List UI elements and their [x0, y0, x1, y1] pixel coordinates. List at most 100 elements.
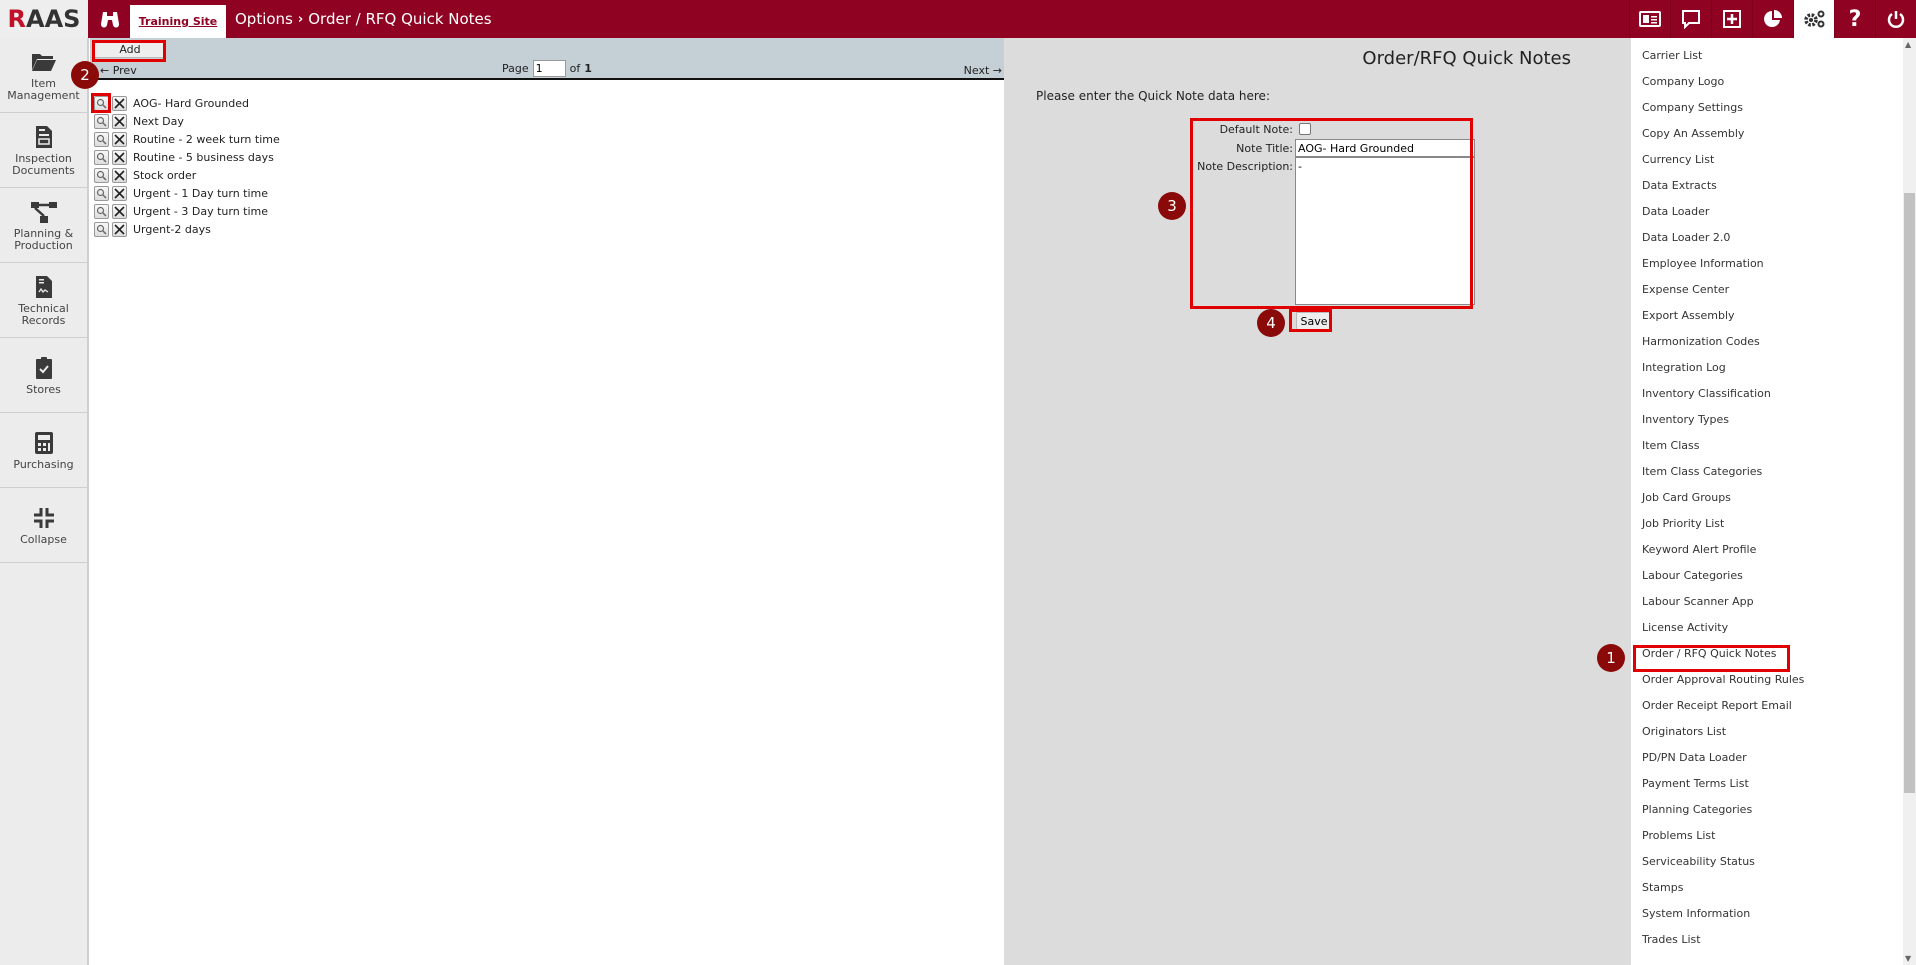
default-note-checkbox[interactable]: [1299, 123, 1311, 135]
note-title-link[interactable]: Routine - 2 week turn time: [133, 133, 280, 146]
options-menu-item[interactable]: Planning Categories: [1642, 803, 1752, 816]
sidebar-item-collapse[interactable]: Collapse: [0, 488, 87, 563]
options-menu-item[interactable]: Carrier List: [1642, 49, 1702, 62]
close-icon: [114, 205, 125, 217]
options-menu-item[interactable]: Currency List: [1642, 153, 1714, 166]
options-menu-item[interactable]: Expense Center: [1642, 283, 1729, 296]
view-note-button[interactable]: [94, 185, 109, 201]
options-menu-item[interactable]: Job Card Groups: [1642, 491, 1731, 504]
options-menu-item[interactable]: Integration Log: [1642, 361, 1726, 374]
list-toolbar: Add ← Prev Page of 1 Next →: [90, 38, 1004, 80]
note-title-link[interactable]: AOG- Hard Grounded: [133, 97, 249, 110]
options-menu-item[interactable]: Order Approval Routing Rules: [1642, 673, 1804, 686]
note-title-link[interactable]: Next Day: [133, 115, 184, 128]
sidebar-item-purchasing[interactable]: Purchasing: [0, 413, 87, 488]
options-menu-item[interactable]: Item Class: [1642, 439, 1699, 452]
options-menu-item[interactable]: System Information: [1642, 907, 1750, 920]
note-title-link[interactable]: Urgent - 3 Day turn time: [133, 205, 268, 218]
view-note-button[interactable]: [94, 131, 109, 147]
quick-note-form-panel: Order/RFQ Quick Notes Please enter the Q…: [1004, 38, 1631, 965]
view-note-button[interactable]: [94, 149, 109, 165]
view-note-button[interactable]: [94, 167, 109, 183]
options-menu-item[interactable]: Data Loader: [1642, 205, 1709, 218]
options-menu-item[interactable]: Serviceability Status: [1642, 855, 1755, 868]
note-title-input[interactable]: [1295, 139, 1475, 157]
options-menu-item[interactable]: Keyword Alert Profile: [1642, 543, 1756, 556]
options-menu-item[interactable]: Stamps: [1642, 881, 1683, 894]
options-menu-item[interactable]: Item Class Categories: [1642, 465, 1762, 478]
note-title-link[interactable]: Stock order: [133, 169, 196, 182]
binoculars-icon[interactable]: [96, 0, 124, 38]
sidebar-label: Stores: [26, 382, 61, 396]
delete-note-button[interactable]: [112, 131, 127, 147]
note-title-link[interactable]: Urgent - 1 Day turn time: [133, 187, 268, 200]
plus-square-icon[interactable]: [1711, 0, 1752, 38]
sidebar-label: Inspection Documents: [12, 151, 75, 177]
options-menu-item[interactable]: Problems List: [1642, 829, 1715, 842]
options-menu-item[interactable]: Inventory Types: [1642, 413, 1729, 426]
view-note-button[interactable]: [94, 203, 109, 219]
power-icon[interactable]: [1875, 0, 1916, 38]
options-menu-item[interactable]: Harmonization Codes: [1642, 335, 1760, 348]
options-menu-item[interactable]: Copy An Assembly: [1642, 127, 1744, 140]
delete-note-button[interactable]: [112, 203, 127, 219]
options-menu-item[interactable]: PD/PN Data Loader: [1642, 751, 1747, 764]
options-menu-item[interactable]: Labour Scanner App: [1642, 595, 1754, 608]
delete-note-button[interactable]: [112, 95, 127, 111]
options-menu-item[interactable]: Payment Terms List: [1642, 777, 1749, 790]
options-menu-scrollbar[interactable]: ▲ ▼: [1903, 38, 1916, 965]
options-menu-item[interactable]: Inventory Classification: [1642, 387, 1771, 400]
training-site-tab[interactable]: Training Site: [130, 5, 226, 38]
delete-note-button[interactable]: [112, 167, 127, 183]
options-menu-item[interactable]: Order Receipt Report Email: [1642, 699, 1792, 712]
note-title-link[interactable]: Routine - 5 business days: [133, 151, 274, 164]
pie-chart-icon[interactable]: [1752, 0, 1793, 38]
view-note-button[interactable]: [94, 221, 109, 237]
document-icon: [35, 124, 53, 150]
add-button[interactable]: Add: [94, 41, 166, 58]
page-number-input[interactable]: [532, 60, 566, 77]
delete-note-button[interactable]: [112, 113, 127, 129]
gears-icon[interactable]: [1793, 0, 1834, 38]
top-header: R AAS Training Site Options › Order / RFQ…: [0, 0, 1916, 38]
options-menu-item[interactable]: Originators List: [1642, 725, 1726, 738]
scroll-thumb[interactable]: [1904, 193, 1915, 793]
options-menu-item[interactable]: Job Priority List: [1642, 517, 1724, 530]
options-menu-item[interactable]: Company Settings: [1642, 101, 1743, 114]
options-menu-item[interactable]: Order / RFQ Quick Notes: [1642, 647, 1776, 660]
scroll-down-arrow-icon[interactable]: ▼: [1905, 954, 1911, 963]
options-menu-item[interactable]: Export Assembly: [1642, 309, 1735, 322]
help-icon[interactable]: ?: [1834, 0, 1875, 38]
options-menu-item[interactable]: Trades List: [1642, 933, 1701, 946]
options-menu-item[interactable]: Employee Information: [1642, 257, 1764, 270]
comment-icon[interactable]: [1670, 0, 1711, 38]
options-menu-item[interactable]: Data Extracts: [1642, 179, 1717, 192]
delete-note-button[interactable]: [112, 149, 127, 165]
magnifier-icon: [96, 224, 107, 235]
prev-page-link[interactable]: ← Prev: [100, 64, 137, 77]
view-note-button[interactable]: [94, 95, 109, 111]
step-badge-3: 3: [1158, 192, 1186, 220]
view-note-button[interactable]: [94, 113, 109, 129]
contact-card-icon[interactable]: [1629, 0, 1670, 38]
sidebar-item-stores[interactable]: Stores: [0, 338, 87, 413]
options-menu-item[interactable]: Company Logo: [1642, 75, 1724, 88]
save-button[interactable]: Save: [1296, 312, 1332, 330]
sidebar-item-technical-records[interactable]: Technical Records: [0, 263, 87, 338]
scroll-up-arrow-icon[interactable]: ▲: [1905, 40, 1911, 49]
close-icon: [114, 115, 125, 127]
delete-note-button[interactable]: [112, 185, 127, 201]
note-title-link[interactable]: Urgent-2 days: [133, 223, 211, 236]
note-description-textarea[interactable]: -: [1295, 157, 1475, 305]
delete-note-button[interactable]: [112, 221, 127, 237]
options-menu-item[interactable]: Data Loader 2.0: [1642, 231, 1730, 244]
options-menu-item[interactable]: Labour Categories: [1642, 569, 1743, 582]
options-menu-item[interactable]: License Activity: [1642, 621, 1728, 634]
sidebar-item-inspection-documents[interactable]: Inspection Documents: [0, 113, 87, 188]
next-page-link[interactable]: Next →: [964, 64, 1002, 77]
raas-logo[interactable]: R AAS: [0, 0, 88, 38]
note-row: Urgent - 1 Day turn time: [94, 184, 280, 202]
breadcrumb-options[interactable]: Options: [235, 10, 293, 28]
magnifier-icon: [96, 116, 107, 127]
sidebar-item-planning-production[interactable]: Planning & Production: [0, 188, 87, 263]
